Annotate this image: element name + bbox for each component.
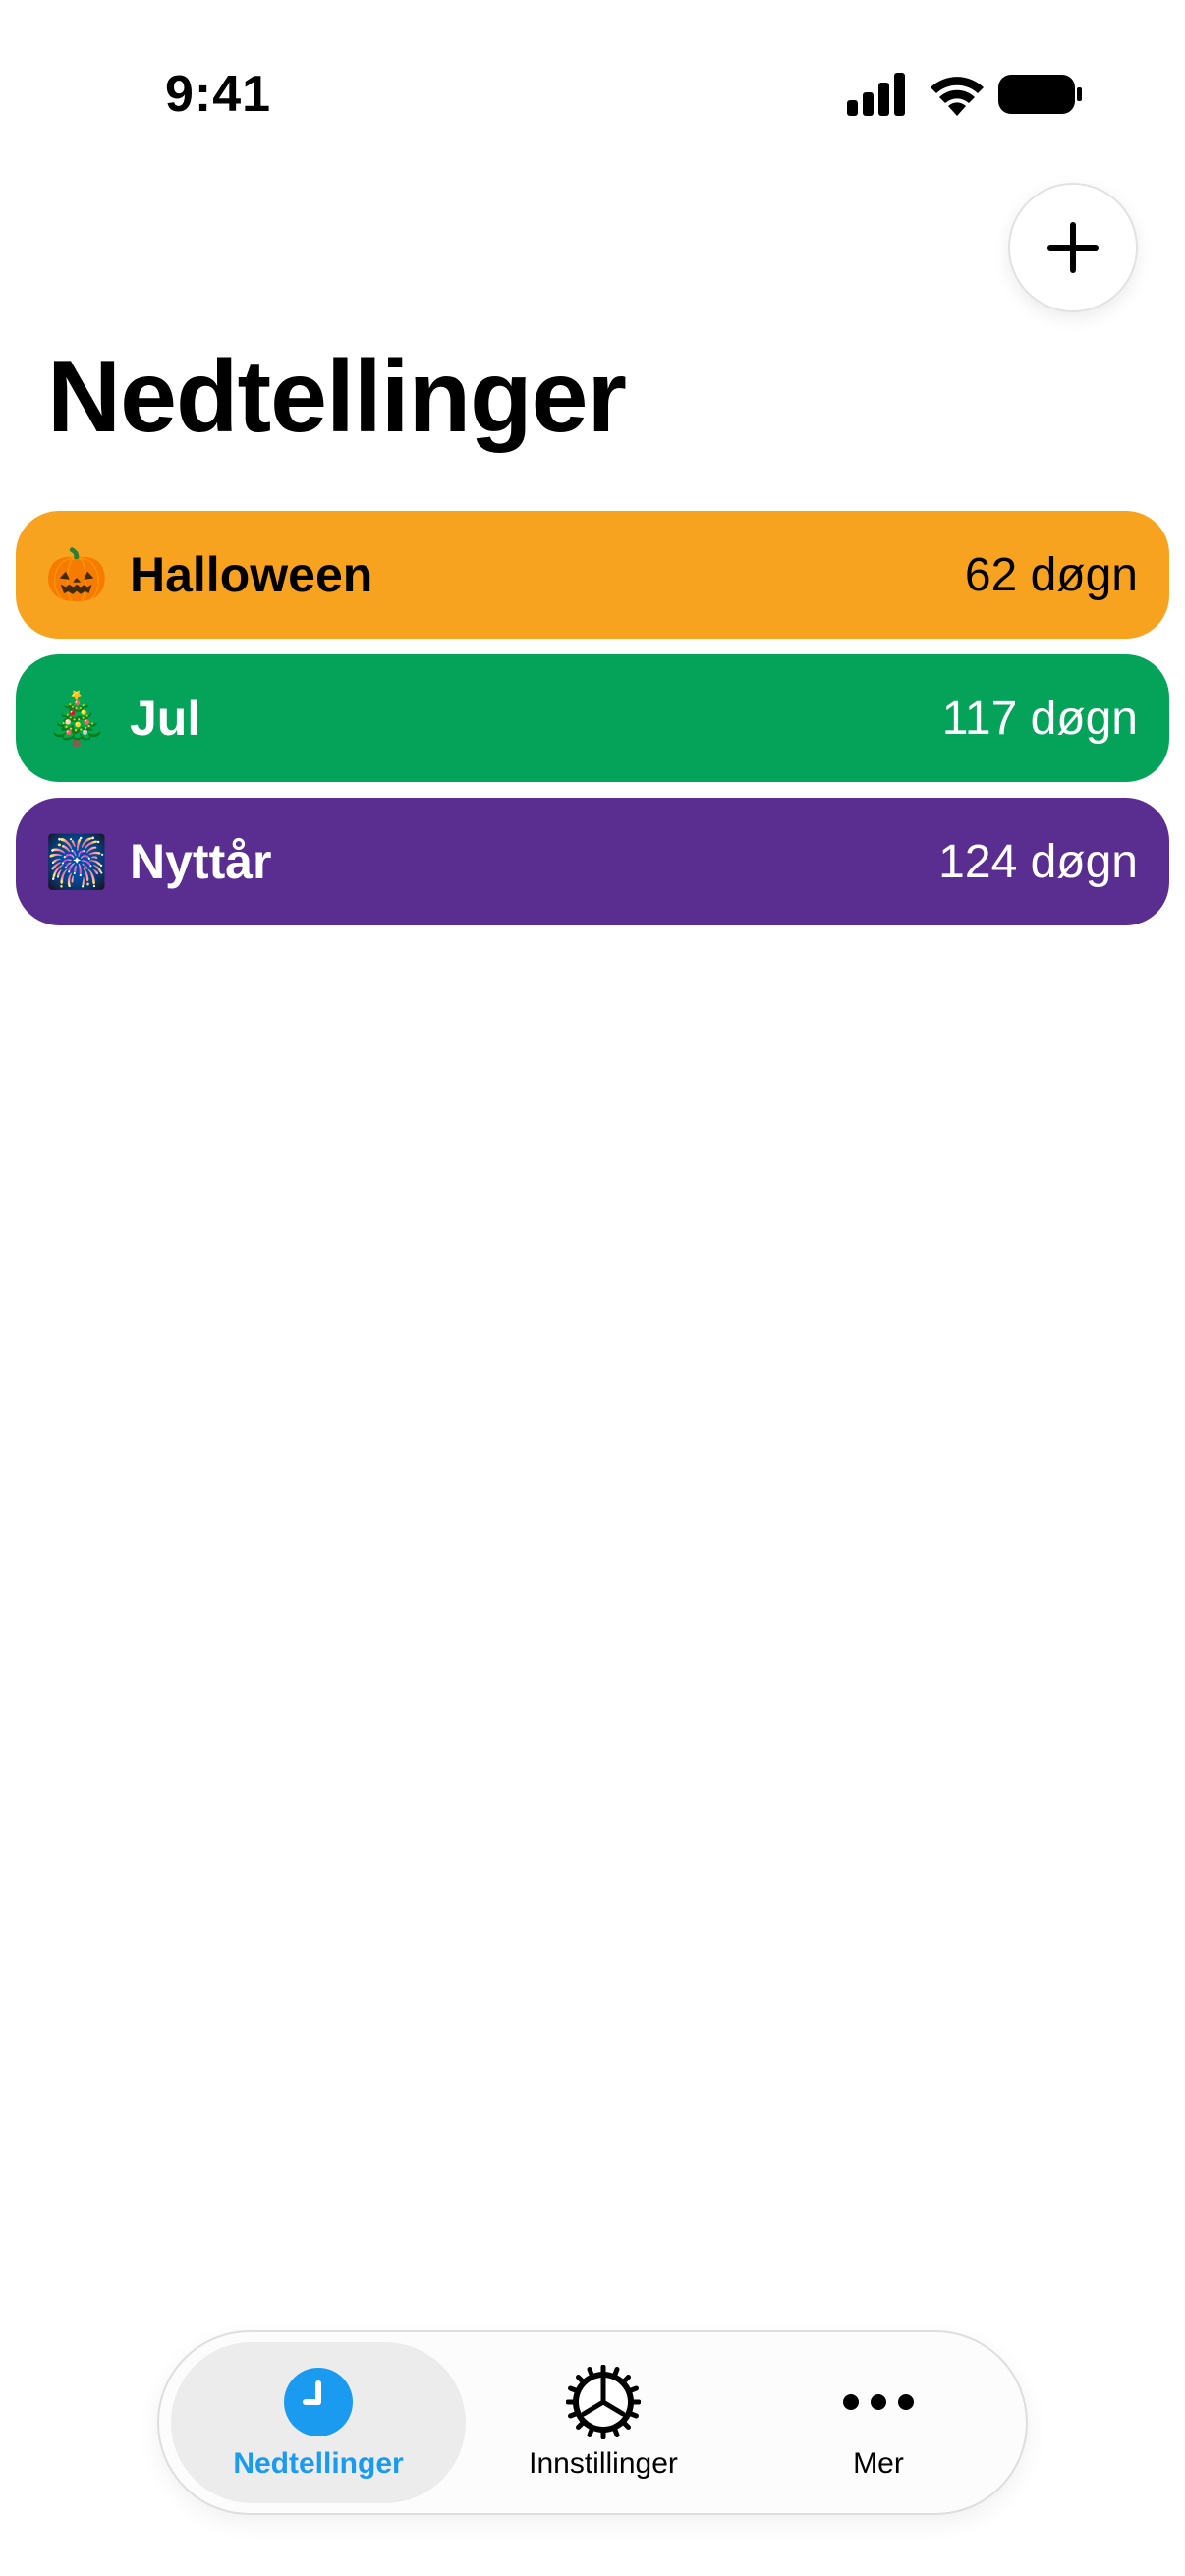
page-title: Nedtellinger bbox=[47, 340, 627, 454]
tab-label: Nedtellinger bbox=[233, 2447, 404, 2480]
countdown-list: 🎃 Halloween 62 døgn 🎄 Jul 117 døgn 🎆 Nyt… bbox=[16, 511, 1169, 941]
more-icon bbox=[841, 2365, 916, 2439]
cellular-signal-icon bbox=[847, 73, 905, 116]
countdown-row-jul[interactable]: 🎄 Jul 117 døgn bbox=[16, 654, 1169, 782]
countdown-name: Jul bbox=[130, 691, 201, 746]
tab-nedtellinger[interactable]: Nedtellinger bbox=[171, 2342, 466, 2503]
countdown-days: 124 døgn bbox=[938, 835, 1138, 888]
pumpkin-icon: 🎃 bbox=[44, 546, 109, 604]
tab-mer[interactable]: Mer bbox=[741, 2342, 1016, 2503]
countdown-name: Nyttår bbox=[130, 834, 272, 889]
christmas-tree-icon: 🎄 bbox=[44, 690, 109, 748]
tab-bar: Nedtellinger Innstillinger Mer bbox=[157, 2330, 1028, 2515]
status-time: 9:41 bbox=[165, 66, 272, 123]
countdown-row-halloween[interactable]: 🎃 Halloween 62 døgn bbox=[16, 511, 1169, 639]
status-icons bbox=[847, 73, 1083, 116]
plus-icon bbox=[1047, 222, 1099, 273]
tab-innstillinger[interactable]: Innstillinger bbox=[466, 2342, 741, 2503]
countdown-row-nyttar[interactable]: 🎆 Nyttår 124 døgn bbox=[16, 798, 1169, 925]
gear-icon bbox=[566, 2365, 641, 2439]
countdown-name: Halloween bbox=[130, 547, 373, 602]
clock-icon bbox=[281, 2365, 356, 2439]
countdown-days: 117 døgn bbox=[941, 692, 1138, 745]
status-bar: 9:41 bbox=[0, 0, 1185, 196]
wifi-icon bbox=[931, 77, 984, 116]
battery-icon bbox=[998, 75, 1082, 114]
countdown-days: 62 døgn bbox=[964, 548, 1138, 601]
tab-label: Mer bbox=[853, 2447, 904, 2480]
tab-label: Innstillinger bbox=[529, 2447, 678, 2480]
fireworks-icon: 🎆 bbox=[44, 833, 109, 891]
add-countdown-button[interactable] bbox=[1008, 183, 1138, 312]
